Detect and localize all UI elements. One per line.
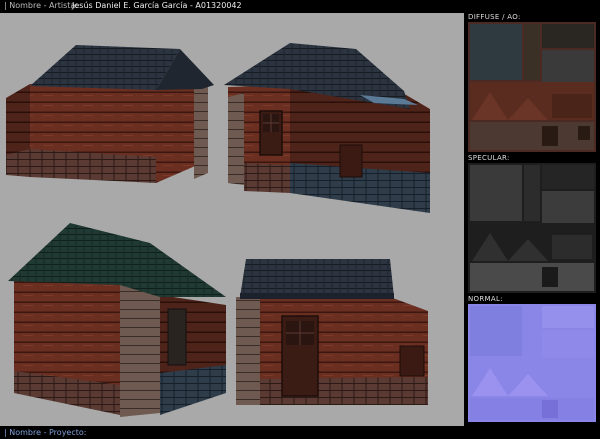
diffuse-map — [468, 22, 596, 152]
house-render-4 — [236, 259, 428, 405]
render-viewport — [0, 13, 464, 426]
artist-header: | Nombre - Artista: Jesús Daniel E. Garc… — [0, 0, 600, 12]
project-name-label: | Nombre - Proyecto: — [4, 428, 87, 437]
specular-label: SPECULAR: — [468, 154, 510, 162]
house-renders — [6, 43, 430, 417]
diffuse-label: DIFFUSE / AO: — [468, 13, 521, 21]
artist-name-value: Jesús Daniel E. García García - A0132004… — [72, 1, 242, 10]
house-render-3 — [8, 223, 226, 417]
specular-map — [468, 163, 596, 293]
house-render-1 — [6, 45, 214, 183]
normal-label: NORMAL: — [468, 295, 503, 303]
house-render-2 — [224, 43, 430, 213]
project-footer: | Nombre - Proyecto: — [0, 427, 600, 439]
artist-name-label: | Nombre - Artista: — [4, 1, 79, 10]
normal-map — [468, 304, 596, 434]
texture-panel: DIFFUSE / AO: SPECULAR: NORMAL: — [465, 12, 600, 426]
